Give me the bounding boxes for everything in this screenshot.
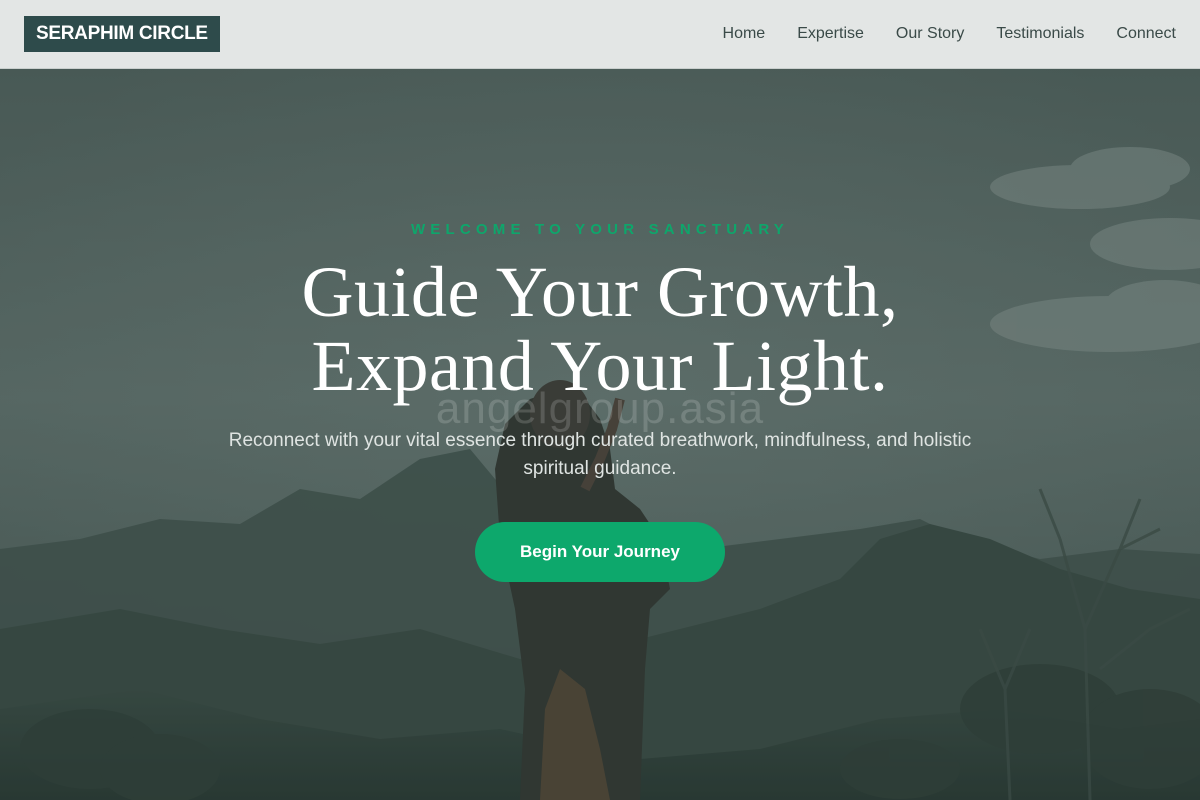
hero-subtitle-line-2: spiritual guidance. [523,458,677,479]
nav-link-our-story[interactable]: Our Story [896,24,964,44]
nav-link-connect[interactable]: Connect [1116,24,1176,44]
hero-eyebrow: WELCOME TO YOUR SANCTUARY [410,221,790,238]
main-nav: Home Expertise Our Story Testimonials Co… [691,24,1176,44]
nav-link-expertise[interactable]: Expertise [797,24,864,44]
hero-subtitle-line-1: Reconnect with your vital essence throug… [228,430,972,451]
site-header: SERAPHIM CIRCLE Home Expertise Our Story… [0,0,1200,69]
hero-section: WELCOME TO YOUR SANCTUARY Guide Your Gro… [0,69,1200,800]
site-logo[interactable]: SERAPHIM CIRCLE [24,16,220,52]
hero-content: WELCOME TO YOUR SANCTUARY Guide Your Gro… [0,69,1200,800]
nav-link-home[interactable]: Home [723,24,766,44]
nav-link-testimonials[interactable]: Testimonials [996,24,1084,44]
hero-headline: Guide Your Growth, Expand Your Light. [0,255,1200,403]
hero-subtitle: Reconnect with your vital essence throug… [170,427,1030,483]
hero-headline-line-1: Guide Your Growth, [301,252,899,332]
begin-journey-button[interactable]: Begin Your Journey [475,522,725,582]
